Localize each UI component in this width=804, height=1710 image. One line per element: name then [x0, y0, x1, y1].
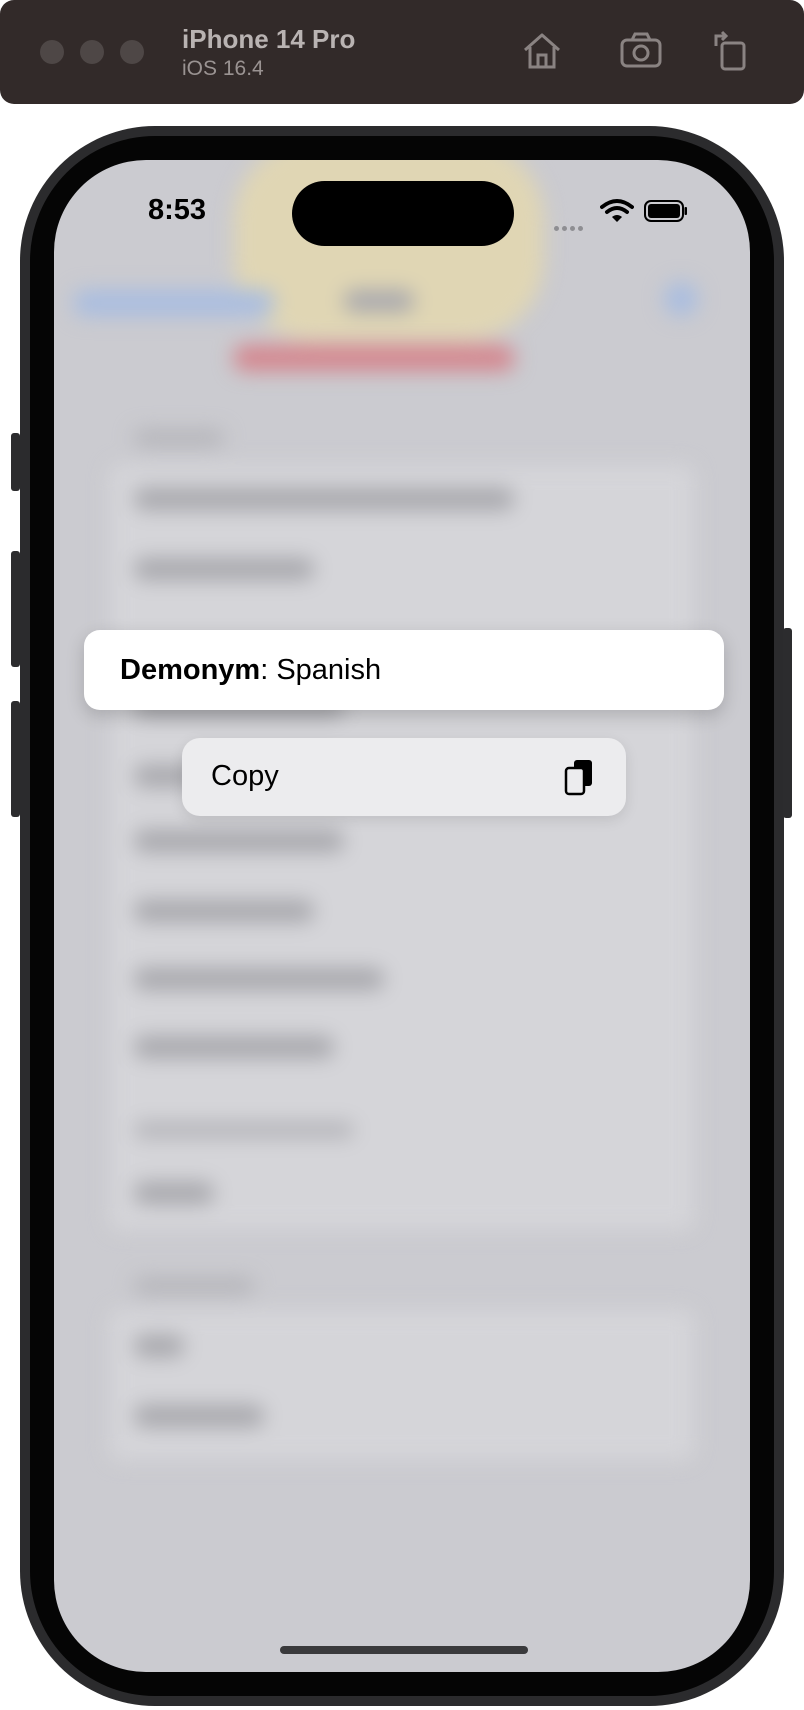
simulator-toolbar: iPhone 14 Pro iOS 16.4	[0, 0, 804, 104]
volume-down-button	[11, 701, 20, 817]
minimize-window-button[interactable]	[80, 40, 104, 64]
wifi-icon	[600, 199, 634, 222]
device-name: iPhone 14 Pro	[182, 24, 356, 54]
home-icon[interactable]	[519, 28, 565, 74]
context-menu-preview: Demonym: Spanish	[84, 630, 724, 710]
phone-screen: 8:53 Demonym: Spanish Copy	[54, 160, 750, 1672]
preview-separator: :	[260, 653, 269, 686]
action-button	[11, 433, 20, 491]
status-time: 8:53	[148, 194, 207, 226]
zoom-window-button[interactable]	[120, 40, 144, 64]
copy-menu-label: Copy	[211, 760, 279, 792]
cellular-signal-icon	[554, 218, 586, 236]
copy-menu-item[interactable]: Copy	[182, 738, 626, 816]
blurred-background	[54, 160, 750, 1672]
preview-label: Demonym	[120, 653, 261, 686]
dynamic-island	[292, 181, 514, 246]
volume-up-button	[11, 551, 20, 667]
power-button	[783, 628, 792, 818]
close-window-button[interactable]	[40, 40, 64, 64]
copy-icon	[564, 760, 592, 796]
screenshot-icon[interactable]	[618, 28, 664, 74]
preview-value: Spanish	[268, 653, 382, 686]
os-version: iOS 16.4	[182, 57, 264, 80]
context-menu: Copy	[182, 738, 626, 816]
home-indicator[interactable]	[280, 1646, 528, 1654]
battery-icon	[644, 200, 687, 222]
rotate-icon[interactable]	[708, 28, 754, 74]
